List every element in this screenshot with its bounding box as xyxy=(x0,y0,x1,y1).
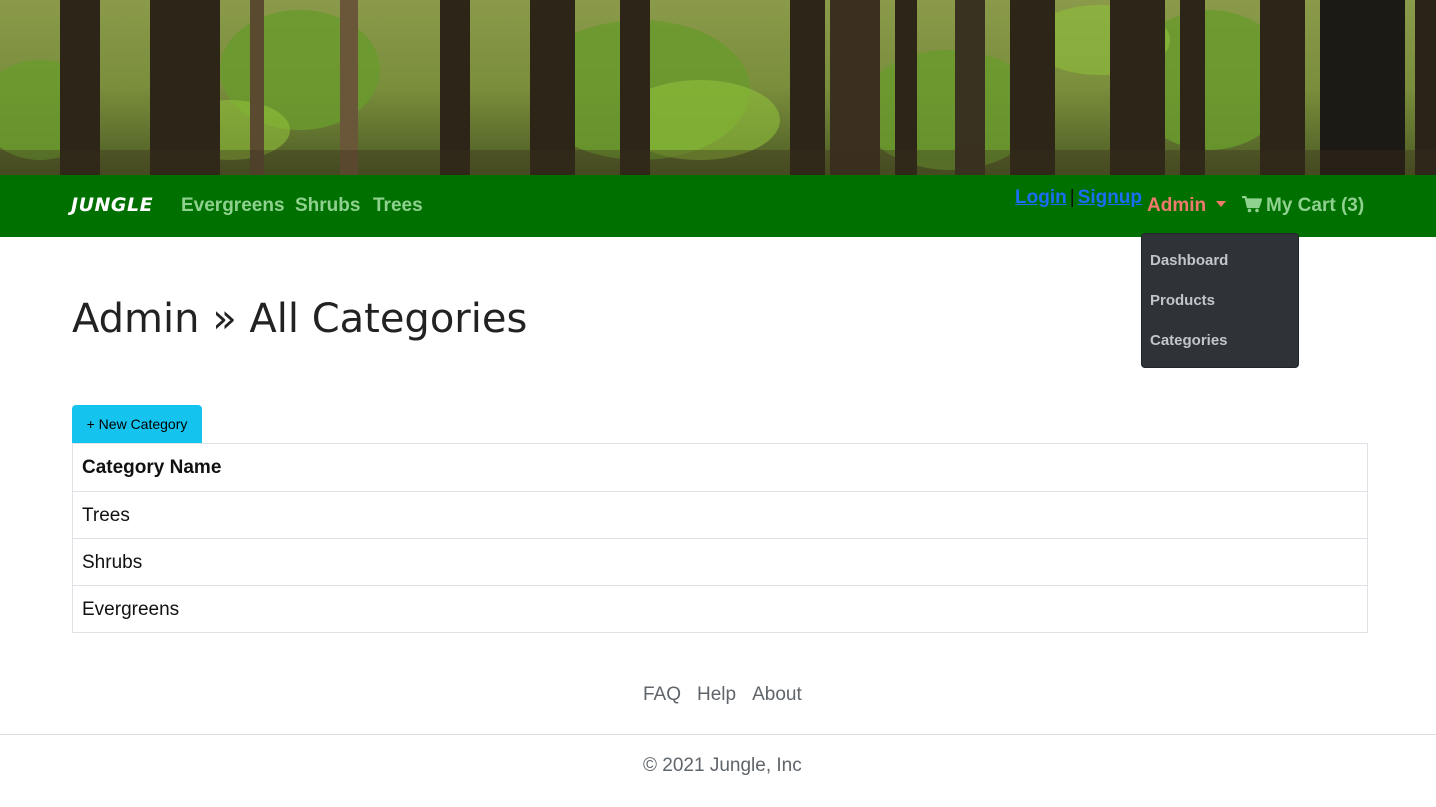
hero-banner xyxy=(0,0,1436,175)
table-header-category-name: Category Name xyxy=(82,457,222,478)
copyright-text: © 2021 Jungle, Inc xyxy=(643,755,802,776)
cart-link[interactable]: My Cart (3) xyxy=(1242,195,1364,217)
nav-link-evergreens[interactable]: Evergreens xyxy=(181,195,285,217)
footer-link-help[interactable]: Help xyxy=(697,684,736,705)
page-title: Admin » All Categories xyxy=(72,296,528,342)
dropdown-item-products[interactable]: Products xyxy=(1150,292,1215,309)
admin-dropdown-toggle[interactable]: Admin xyxy=(1147,195,1227,217)
login-link[interactable]: Login xyxy=(1015,187,1067,208)
caret-down-icon xyxy=(1216,201,1227,207)
footer-link-faq[interactable]: FAQ xyxy=(643,684,681,705)
table-row: Evergreens xyxy=(73,585,1367,632)
signup-link[interactable]: Signup xyxy=(1078,187,1142,208)
admin-dropdown-menu: Dashboard Products Categories xyxy=(1141,233,1299,368)
cart-label: My Cart (3) xyxy=(1266,195,1365,216)
auth-links: Login | Signup xyxy=(1015,187,1142,209)
footer-divider xyxy=(0,734,1436,735)
table-row: Trees xyxy=(73,491,1367,538)
nav-link-trees[interactable]: Trees xyxy=(373,195,423,217)
footer-link-about[interactable]: About xyxy=(752,684,802,705)
auth-separator: | xyxy=(1069,187,1075,208)
dropdown-item-dashboard[interactable]: Dashboard xyxy=(1150,252,1228,269)
table-row: Shrubs xyxy=(73,538,1367,585)
new-category-button[interactable]: + New Category xyxy=(72,405,202,443)
nav-link-shrubs[interactable]: Shrubs xyxy=(295,195,360,217)
brand-logo[interactable]: JUNGLE xyxy=(71,194,153,216)
shopping-cart-icon xyxy=(1242,195,1263,213)
admin-label: Admin xyxy=(1147,195,1207,216)
forest-image xyxy=(0,0,1436,175)
categories-table: Category Name Trees Shrubs Evergreens xyxy=(72,443,1368,633)
top-navbar: JUNGLE Evergreens Shrubs Trees Login | Sig… xyxy=(0,175,1436,237)
dropdown-item-categories[interactable]: Categories xyxy=(1150,332,1228,349)
